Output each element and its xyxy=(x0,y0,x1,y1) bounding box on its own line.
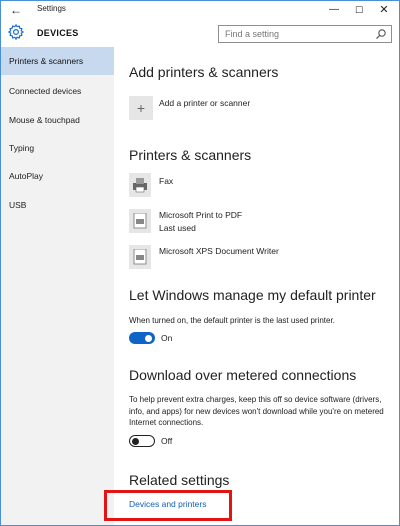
printer-item-pdf-status: Last used xyxy=(159,223,196,233)
printer-item-xps[interactable]: Microsoft XPS Document Writer xyxy=(159,246,279,256)
sidebar-item-autoplay[interactable]: AutoPlay xyxy=(1,162,114,190)
default-printer-toggle[interactable] xyxy=(129,332,155,344)
printer-item-fax[interactable]: Fax xyxy=(159,176,173,186)
page-title: DEVICES xyxy=(37,28,79,38)
document-printer-icon[interactable] xyxy=(129,245,151,269)
metered-toggle[interactable] xyxy=(129,435,155,447)
back-button[interactable]: ← xyxy=(7,2,25,18)
metered-description: To help prevent extra charges, keep this… xyxy=(129,395,384,427)
sidebar-item-printers-scanners[interactable]: Printers & scanners xyxy=(1,47,114,75)
toggle-knob xyxy=(145,334,152,342)
sidebar-item-usb[interactable]: USB xyxy=(1,191,114,219)
highlight-annotation xyxy=(104,490,232,521)
title-bar: ← Settings — ☐ ✕ xyxy=(1,1,399,19)
printer-icon[interactable] xyxy=(129,173,151,197)
printers-heading: Printers & scanners xyxy=(129,147,252,163)
document-printer-icon[interactable] xyxy=(129,209,151,233)
metered-toggle-label: Off xyxy=(161,436,173,446)
page-header: DEVICES Find a setting xyxy=(1,19,399,47)
sidebar-item-mouse-touchpad[interactable]: Mouse & touchpad xyxy=(1,106,114,134)
default-printer-heading: Let Windows manage my default printer xyxy=(129,287,376,303)
toggle-knob xyxy=(132,437,139,445)
maximize-button[interactable]: ☐ xyxy=(346,1,372,19)
add-printers-heading: Add printers & scanners xyxy=(129,64,279,80)
settings-window: ← Settings — ☐ ✕ DEVICES Find a setting … xyxy=(0,0,400,526)
sidebar-item-connected-devices[interactable]: Connected devices xyxy=(1,77,114,105)
gear-icon xyxy=(7,23,25,41)
close-button[interactable]: ✕ xyxy=(371,1,397,19)
related-settings-heading: Related settings xyxy=(129,472,230,488)
printer-item-pdf[interactable]: Microsoft Print to PDF xyxy=(159,210,242,220)
sidebar-item-typing[interactable]: Typing xyxy=(1,134,114,162)
main-content: Add printers & scanners + Add a printer … xyxy=(114,47,399,525)
metered-heading: Download over metered connections xyxy=(129,367,357,383)
default-printer-description: When turned on, the default printer is t… xyxy=(129,316,335,325)
minimize-button[interactable]: — xyxy=(321,1,347,19)
search-input[interactable]: Find a setting xyxy=(218,25,392,43)
default-printer-toggle-label: On xyxy=(161,333,173,343)
sidebar: Printers & scanners Connected devices Mo… xyxy=(1,47,114,525)
window-title: Settings xyxy=(37,4,66,13)
add-printer-plus-icon[interactable]: + xyxy=(129,96,153,120)
search-placeholder: Find a setting xyxy=(225,29,280,39)
add-printer-button[interactable]: Add a printer or scanner xyxy=(159,98,250,108)
search-icon[interactable] xyxy=(375,28,387,40)
